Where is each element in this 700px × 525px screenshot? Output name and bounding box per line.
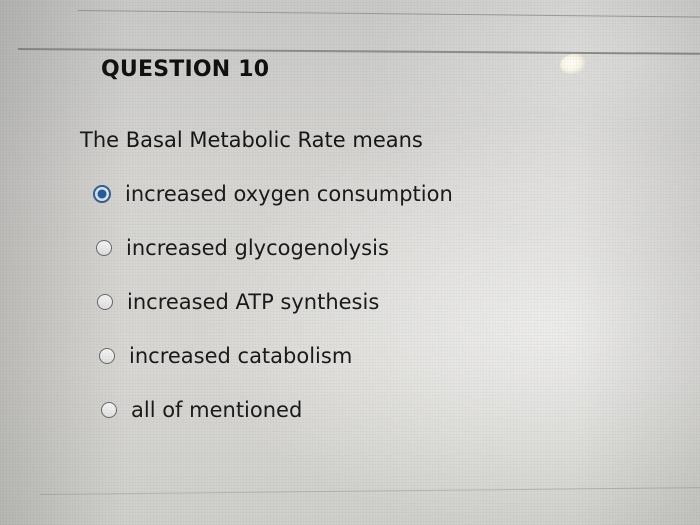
answer-label: increased ATP synthesis [127,290,380,314]
answer-option[interactable]: increased catabolism [99,344,352,368]
radio-button[interactable] [101,402,117,418]
answer-options: increased oxygen consumption increased g… [0,0,700,525]
answer-option[interactable]: all of mentioned [101,398,302,422]
radio-button[interactable] [96,240,112,256]
answer-label: increased catabolism [129,344,353,368]
radio-button-selected[interactable] [93,185,111,203]
radio-button[interactable] [97,294,113,310]
answer-option[interactable]: increased oxygen consumption [93,182,453,206]
answer-option[interactable]: increased ATP synthesis [97,290,379,314]
answer-label: increased oxygen consumption [125,182,453,206]
radio-button[interactable] [99,348,115,364]
answer-label: increased glycogenolysis [126,236,389,260]
answer-label: all of mentioned [131,398,303,422]
answer-option[interactable]: increased glycogenolysis [96,236,389,260]
